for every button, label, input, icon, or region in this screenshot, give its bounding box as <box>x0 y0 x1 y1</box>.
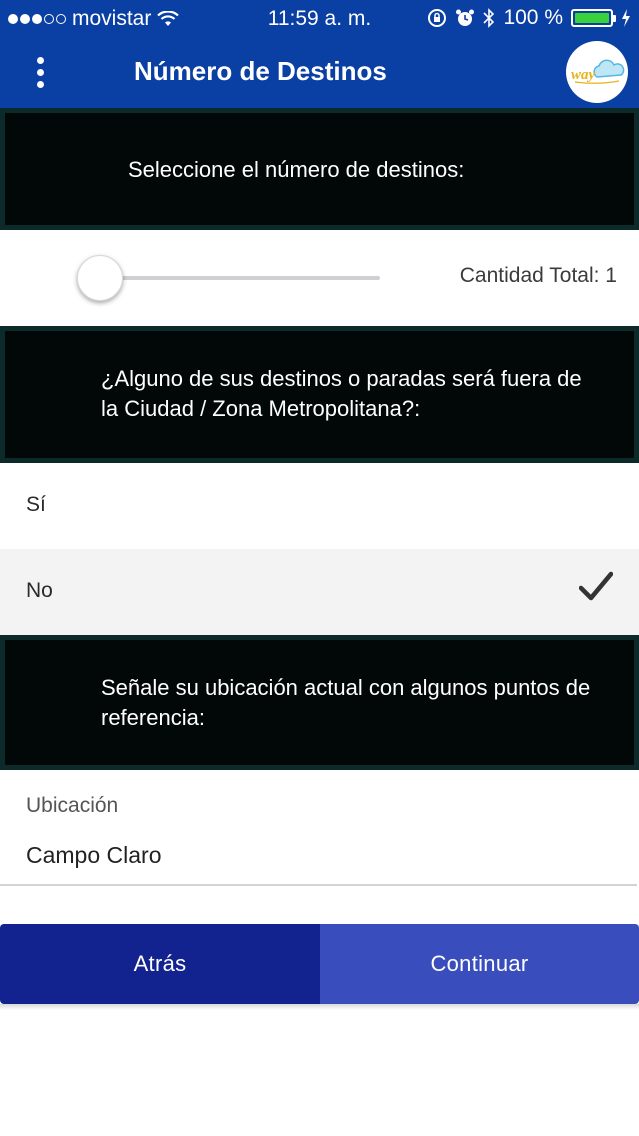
location-section: Ubicación <box>0 770 639 890</box>
outside-city-prompt: ¿Alguno de sus destinos o paradas será f… <box>101 366 582 421</box>
status-right: 100 % <box>427 6 631 30</box>
destinations-slider-row: Cantidad Total: 1 <box>0 230 639 326</box>
app-logo[interactable]: way <box>566 41 628 103</box>
back-button[interactable]: Atrás <box>0 924 320 1004</box>
destinations-banner: Seleccione el número de destinos: <box>0 108 639 230</box>
button-shadow <box>0 1004 639 1010</box>
app-bar: Número de Destinos way <box>0 36 639 108</box>
total-count-label: Cantidad Total: 1 <box>459 264 617 287</box>
checkmark-icon <box>579 571 613 601</box>
location-prompt: Señale su ubicación actual con algunos p… <box>101 675 591 730</box>
page-title: Número de Destinos <box>134 56 387 86</box>
option-label: Sí <box>26 493 46 516</box>
more-options-icon[interactable] <box>24 50 56 94</box>
battery-percent: 100 % <box>503 6 563 29</box>
bluetooth-icon <box>483 8 495 28</box>
battery-icon <box>571 9 616 27</box>
slider-thumb[interactable] <box>77 255 123 301</box>
continue-button[interactable]: Continuar <box>320 924 639 1004</box>
svg-text:way: way <box>571 67 596 83</box>
cloud-logo-icon: way <box>571 59 625 84</box>
alarm-icon <box>456 9 475 26</box>
option-no[interactable]: No <box>0 549 639 635</box>
status-bar: movistar 11:59 a. m. 100 % <box>0 0 639 36</box>
charging-icon <box>622 9 630 27</box>
option-yes[interactable]: Sí <box>0 463 639 549</box>
slider-track[interactable] <box>100 276 380 280</box>
rotation-lock-icon <box>428 9 447 27</box>
option-label: No <box>26 579 53 602</box>
location-input[interactable] <box>0 826 637 886</box>
location-field-label: Ubicación <box>26 794 119 817</box>
location-banner: Señale su ubicación actual con algunos p… <box>0 635 639 770</box>
destinations-prompt: Seleccione el número de destinos: <box>128 157 465 182</box>
outside-city-banner: ¿Alguno de sus destinos o paradas será f… <box>0 326 639 463</box>
